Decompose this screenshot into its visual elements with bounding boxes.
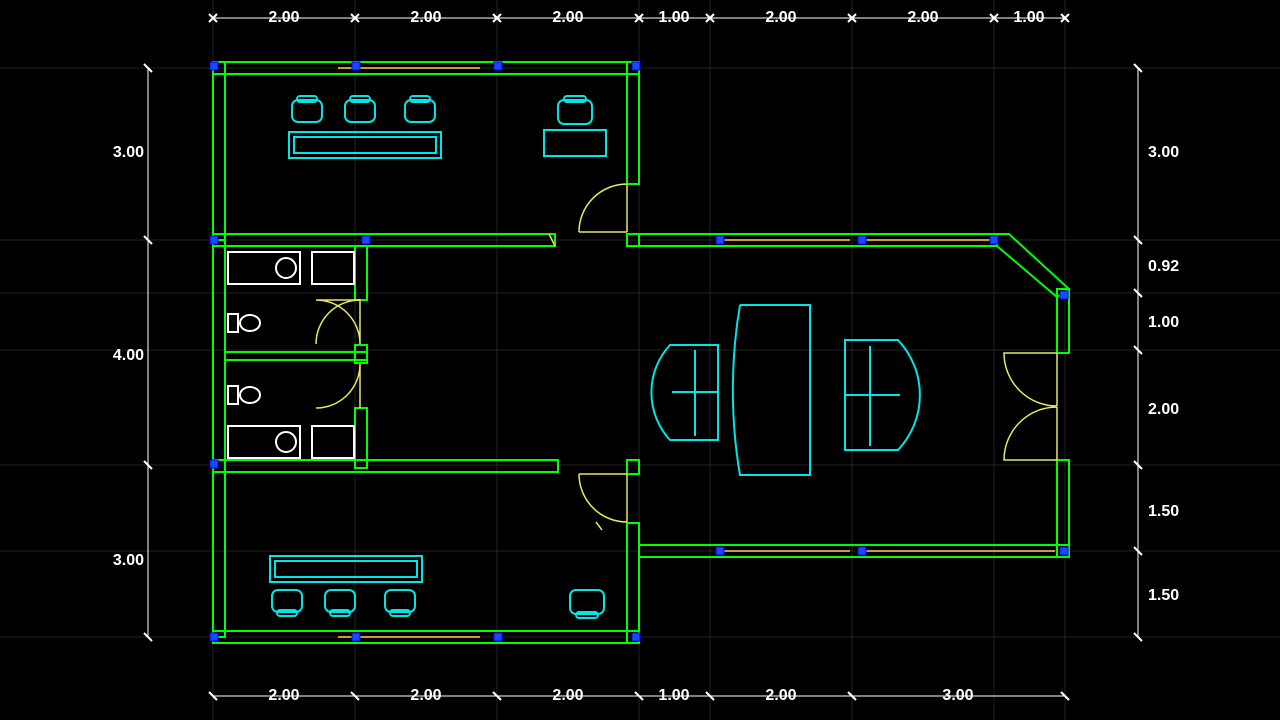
toilet-icon xyxy=(228,314,260,332)
dim-label: 2.00 xyxy=(552,687,583,704)
dim-label: 2.00 xyxy=(268,9,299,26)
chair-row-icon xyxy=(272,590,415,616)
chair-icon xyxy=(570,590,604,614)
dim-label: 2.00 xyxy=(552,9,583,26)
dim-label: 3.00 xyxy=(113,552,144,569)
dim-label: 4.00 xyxy=(113,347,144,364)
dim-label: 2.00 xyxy=(765,9,796,26)
desk-icon xyxy=(289,132,441,158)
dim-label: 2.00 xyxy=(410,687,441,704)
bathtub-icon xyxy=(228,252,300,284)
dim-label: 3.00 xyxy=(1148,144,1179,161)
sofa-left-icon xyxy=(651,345,718,440)
dim-label: 2.00 xyxy=(907,9,938,26)
dim-label: 1.00 xyxy=(1013,9,1044,26)
bathtub-icon xyxy=(228,426,300,458)
dim-label: 1.00 xyxy=(658,687,689,704)
dim-label: 2.00 xyxy=(268,687,299,704)
dim-label: 0.92 xyxy=(1148,258,1179,275)
doors xyxy=(316,184,1057,530)
toilet-icon xyxy=(228,386,260,404)
dim-label: 1.00 xyxy=(658,9,689,26)
coffee-table-icon xyxy=(733,305,810,475)
dimension-bar-right: 3.00 0.92 1.00 2.00 1.50 1.50 xyxy=(1134,64,1179,641)
sink-icon xyxy=(312,426,354,458)
chair-row-icon xyxy=(292,96,435,122)
dimension-bar-left: 3.00 4.00 3.00 xyxy=(113,64,152,641)
dim-label: 2.00 xyxy=(765,687,796,704)
dim-label: 1.50 xyxy=(1148,587,1179,604)
dim-label: 2.00 xyxy=(410,9,441,26)
dim-label: 3.00 xyxy=(942,687,973,704)
dim-label: 1.00 xyxy=(1148,314,1179,331)
dim-label: 2.00 xyxy=(1148,401,1179,418)
dim-label: 1.50 xyxy=(1148,503,1179,520)
floor-plan-drawing: 2.00 2.00 2.00 1.00 2.00 2.00 1.00 2.00 … xyxy=(0,0,1280,720)
table-icon xyxy=(544,130,606,156)
chair-icon xyxy=(558,100,592,124)
desk-icon xyxy=(270,556,422,582)
sofa-right-icon xyxy=(845,340,920,450)
sink-icon xyxy=(312,252,354,284)
dim-label: 3.00 xyxy=(113,144,144,161)
sanitary-fixtures xyxy=(228,252,354,458)
